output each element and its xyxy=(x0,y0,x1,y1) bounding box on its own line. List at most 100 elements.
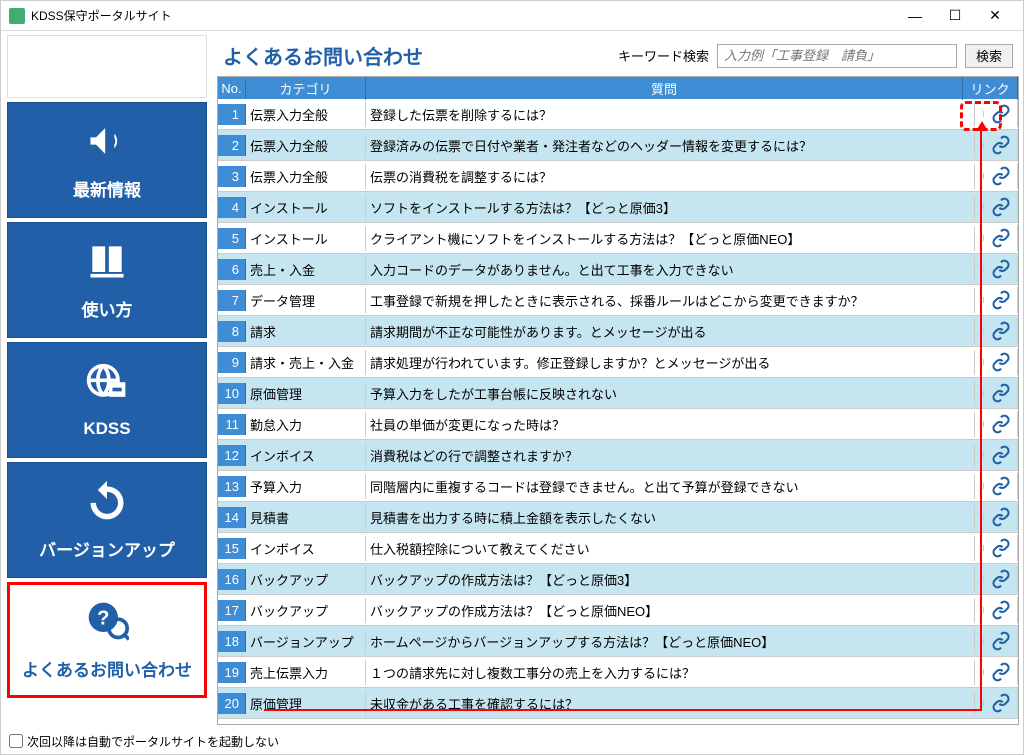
cell-question: 入力コードのデータがありません。と出て工事を入力できない xyxy=(366,257,975,282)
table-row: 8 請求 請求期間が不正な可能性があります。とメッセージが出る xyxy=(218,316,1018,347)
page-title: よくあるお問い合わせ xyxy=(223,41,610,70)
sidebar-item-kdss[interactable]: KDSS xyxy=(7,342,207,458)
link-icon[interactable] xyxy=(984,380,1018,406)
link-icon[interactable] xyxy=(984,132,1018,158)
table-row: 17 バックアップ バックアップの作成方法は？【どっと原価NEO】 xyxy=(218,595,1018,626)
cell-no: 10 xyxy=(218,383,246,404)
cell-sep xyxy=(975,390,984,396)
cell-no: 8 xyxy=(218,321,246,342)
table-row: 6 売上・入金 入力コードのデータがありません。と出て工事を入力できない xyxy=(218,254,1018,285)
cell-category: バージョンアップ xyxy=(246,629,366,654)
minimize-button[interactable]: — xyxy=(895,2,935,30)
sidebar-label: 使い方 xyxy=(82,296,133,321)
cell-category: インボイス xyxy=(246,536,366,561)
cell-category: インボイス xyxy=(246,443,366,468)
col-no: No. xyxy=(218,79,246,98)
link-icon[interactable] xyxy=(984,256,1018,282)
close-button[interactable]: ✕ xyxy=(975,2,1015,30)
link-icon[interactable] xyxy=(984,597,1018,623)
cell-category: 請求・売上・入金 xyxy=(246,350,366,375)
main-content: よくあるお問い合わせ キーワード検索 検索 No. カテゴリ 質問 リンク 1 … xyxy=(213,31,1023,729)
cell-sep xyxy=(975,452,984,458)
link-icon[interactable] xyxy=(984,163,1018,189)
link-icon[interactable] xyxy=(984,473,1018,499)
keyword-input[interactable] xyxy=(717,44,957,68)
link-icon[interactable] xyxy=(984,287,1018,313)
cell-question: 予算入力をしたが工事台帳に反映されない xyxy=(366,381,975,406)
cell-no: 19 xyxy=(218,662,246,683)
table-row: 12 インボイス 消費税はどの行で調整されますか？ xyxy=(218,440,1018,471)
cell-question: 見積書を出力する時に積上金額を表示したくない xyxy=(366,505,975,530)
cell-question: 登録した伝票を削除するには？ xyxy=(366,102,975,127)
sidebar-item-news[interactable]: 最新情報 xyxy=(7,102,207,218)
cell-no: 11 xyxy=(218,414,246,435)
link-icon[interactable] xyxy=(984,442,1018,468)
link-icon[interactable] xyxy=(984,318,1018,344)
sidebar-item-howto[interactable]: 使い方 xyxy=(7,222,207,338)
sidebar-label: 最新情報 xyxy=(73,176,141,201)
cell-question: 伝票の消費税を調整するには？ xyxy=(366,164,975,189)
cell-sep xyxy=(975,235,984,241)
link-icon[interactable] xyxy=(984,628,1018,654)
app-icon xyxy=(9,8,25,24)
table-row: 1 伝票入力全般 登録した伝票を削除するには？ xyxy=(218,99,1018,130)
main-header: よくあるお問い合わせ キーワード検索 検索 xyxy=(217,35,1019,76)
cell-category: 売上伝票入力 xyxy=(246,660,366,685)
cell-question: 未収金がある工事を確認するには？ xyxy=(366,691,975,716)
cell-question: ホームページからバージョンアップする方法は？【どっと原価NEO】 xyxy=(366,629,975,654)
cell-question: 請求期間が不正な可能性があります。とメッセージが出る xyxy=(366,319,975,344)
cell-sep xyxy=(975,514,984,520)
sidebar-blank xyxy=(7,35,207,98)
cell-sep xyxy=(975,142,984,148)
question-icon: ? xyxy=(85,599,129,650)
cell-sep xyxy=(975,111,984,117)
cell-question: バックアップの作成方法は？【どっと原価NEO】 xyxy=(366,598,975,623)
cell-question: 社員の単価が変更になった時は？ xyxy=(366,412,975,437)
cell-category: 請求 xyxy=(246,319,366,344)
sidebar-item-versionup[interactable]: バージョンアップ xyxy=(7,462,207,578)
link-icon[interactable] xyxy=(984,349,1018,375)
cell-category: 勤怠入力 xyxy=(246,412,366,437)
cell-category: 原価管理 xyxy=(246,691,366,716)
link-icon[interactable] xyxy=(984,411,1018,437)
link-icon[interactable] xyxy=(984,194,1018,220)
link-icon[interactable] xyxy=(984,101,1018,127)
cell-category: 見積書 xyxy=(246,505,366,530)
cell-sep xyxy=(975,576,984,582)
cell-category: 伝票入力全般 xyxy=(246,102,366,127)
autostart-checkbox[interactable] xyxy=(9,734,23,748)
table-row: 10 原価管理 予算入力をしたが工事台帳に反映されない xyxy=(218,378,1018,409)
link-icon[interactable] xyxy=(984,535,1018,561)
sidebar-item-faq[interactable]: ? よくあるお問い合わせ xyxy=(7,582,207,698)
sidebar-label: バージョンアップ xyxy=(39,536,175,561)
link-icon[interactable] xyxy=(984,659,1018,685)
cell-category: インストール xyxy=(246,226,366,251)
link-icon[interactable] xyxy=(984,504,1018,530)
link-icon[interactable] xyxy=(984,225,1018,251)
table-row: 15 インボイス 仕入税額控除について教えてください xyxy=(218,533,1018,564)
cell-no: 18 xyxy=(218,631,246,652)
cell-category: バックアップ xyxy=(246,567,366,592)
cell-no: 14 xyxy=(218,507,246,528)
autostart-label: 次回以降は自動でポータルサイトを起動しない xyxy=(27,733,279,750)
cell-sep xyxy=(975,669,984,675)
table-row: 9 請求・売上・入金 請求処理が行われています。修正登録しますか？とメッセージが… xyxy=(218,347,1018,378)
table-body[interactable]: 1 伝票入力全般 登録した伝票を削除するには？ 2 伝票入力全般 登録済みの伝票… xyxy=(218,99,1018,724)
cell-question: 工事登録で新規を押したときに表示される、採番ルールはどこから変更できますか？ xyxy=(366,288,975,313)
cell-no: 1 xyxy=(218,104,246,125)
search-button[interactable]: 検索 xyxy=(965,44,1013,68)
refresh-icon xyxy=(85,479,129,530)
cell-category: データ管理 xyxy=(246,288,366,313)
link-icon[interactable] xyxy=(984,690,1018,716)
maximize-button[interactable]: ☐ xyxy=(935,2,975,30)
cell-sep xyxy=(975,483,984,489)
sidebar-label: KDSS xyxy=(83,419,130,439)
cell-category: 伝票入力全般 xyxy=(246,133,366,158)
annotation-arrow xyxy=(976,121,988,131)
cell-question: 同階層内に重複するコードは登録できません。と出て予算が登録できない xyxy=(366,474,975,499)
cell-sep xyxy=(975,204,984,210)
cell-no: 7 xyxy=(218,290,246,311)
megaphone-icon xyxy=(85,119,129,170)
globe-icon xyxy=(85,362,129,413)
link-icon[interactable] xyxy=(984,566,1018,592)
